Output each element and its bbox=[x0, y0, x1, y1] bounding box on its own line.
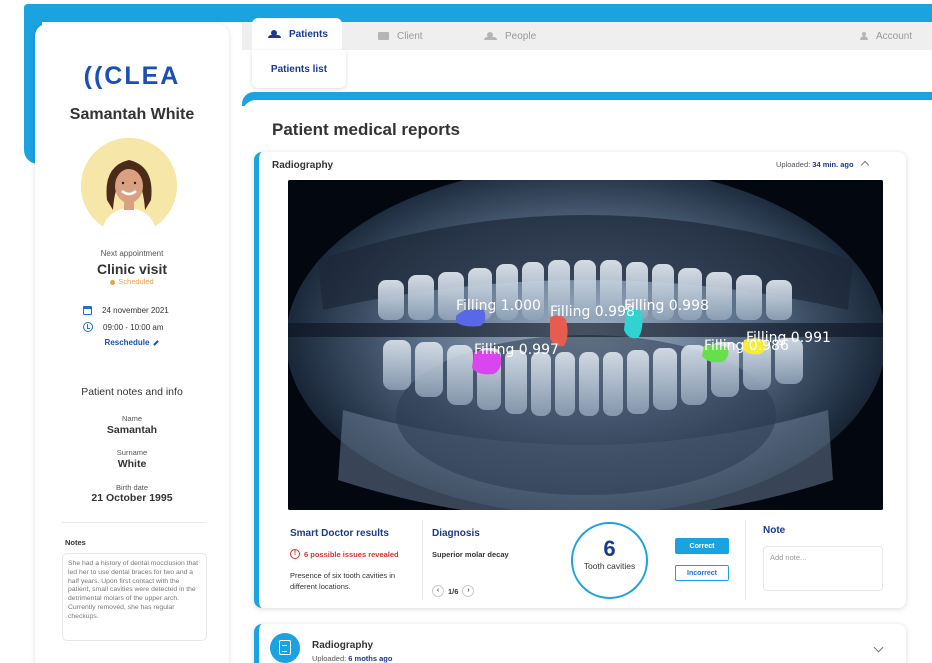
chevron-right-icon[interactable]: › bbox=[462, 585, 475, 597]
next-appointment-label: Next appointment bbox=[100, 249, 164, 258]
chevron-up-icon[interactable] bbox=[860, 160, 869, 170]
section-divider bbox=[422, 520, 423, 600]
tab-patients[interactable]: Patients bbox=[252, 18, 342, 50]
account-menu[interactable]: Account bbox=[860, 22, 912, 50]
diagnosis-title: Diagnosis bbox=[432, 528, 480, 539]
detection-label: Filling 0.991 bbox=[746, 330, 831, 346]
appointment-date-row: 24 november 2021 bbox=[83, 306, 169, 315]
chevron-left-icon[interactable]: ‹ bbox=[432, 585, 444, 597]
status-dot-icon bbox=[110, 279, 116, 285]
uploaded-time: 34 min. ago bbox=[812, 160, 854, 169]
tab-patients-list[interactable]: Patients list bbox=[252, 50, 346, 88]
cavity-count: 6 bbox=[603, 536, 616, 561]
detection-label: Filling 0.998 bbox=[550, 304, 635, 320]
document-icon bbox=[279, 640, 291, 655]
clea-logo: ((CLEA bbox=[83, 62, 181, 90]
diagnosis-text: Superior molar decay bbox=[432, 550, 509, 559]
incorrect-button[interactable]: Incorrect bbox=[675, 565, 729, 581]
card-title: Radiography bbox=[272, 160, 334, 171]
correct-button[interactable]: Correct bbox=[675, 538, 729, 554]
calendar-icon bbox=[83, 306, 92, 315]
briefcase-icon bbox=[378, 32, 389, 40]
tab-people[interactable]: People bbox=[484, 22, 536, 50]
birth-date-label: Birth date bbox=[115, 483, 149, 492]
name-value: Samantah bbox=[106, 424, 158, 436]
pager-text: 1/6 bbox=[448, 586, 459, 596]
card2-uploaded-prefix: Uploaded: bbox=[312, 654, 347, 663]
issues-alert: ! 6 possible issues revealed bbox=[290, 549, 399, 559]
account-label[interactable]: Account bbox=[876, 31, 912, 42]
tab-people-label[interactable]: People bbox=[505, 31, 536, 42]
avatar bbox=[81, 138, 177, 234]
notes-label: Notes bbox=[65, 538, 86, 547]
clock-icon bbox=[83, 322, 93, 332]
card2-upload-info: Uploaded: 6 moths ago bbox=[312, 654, 392, 663]
status-text: Scheduled bbox=[118, 277, 154, 286]
birth-date-value: 21 October 1995 bbox=[91, 492, 173, 504]
people-icon bbox=[484, 32, 497, 40]
appointment-type: Clinic visit bbox=[96, 261, 168, 277]
card2-uploaded-time: 6 moths ago bbox=[348, 654, 393, 663]
patient-notes-title: Patient notes and info bbox=[81, 386, 183, 398]
tab-client-label[interactable]: Client bbox=[397, 31, 423, 42]
patient-sidebar: ((CLEA Samantah White Next appointment C… bbox=[35, 24, 229, 663]
patient-name: Samantah White bbox=[69, 106, 195, 123]
pencil-icon[interactable] bbox=[153, 340, 160, 346]
status-badge: Scheduled bbox=[35, 277, 229, 286]
detection-label: Filling 0.997 bbox=[474, 342, 559, 358]
section-divider bbox=[745, 520, 746, 600]
diagnosis-pager: ‹ 1/6 › bbox=[432, 585, 475, 597]
reschedule-link[interactable]: Reschedule bbox=[35, 338, 229, 347]
people-icon bbox=[268, 30, 281, 38]
xray-image: Filling 1.000 Filling 0.998 Filling 0.99… bbox=[288, 180, 883, 510]
card2-title: Radiography bbox=[312, 640, 374, 651]
tab-client[interactable]: Client bbox=[378, 22, 423, 50]
top-tab-bar bbox=[242, 22, 932, 50]
appointment-date: 24 november 2021 bbox=[102, 306, 169, 315]
cavity-count-label: Tooth cavities bbox=[583, 561, 636, 571]
notes-text: She had a history of dental mocclusion t… bbox=[62, 553, 207, 641]
note-title: Note bbox=[763, 525, 786, 536]
detection-label: Filling 0.998 bbox=[624, 298, 709, 314]
document-icon-badge bbox=[270, 633, 300, 663]
appointment-time-row: 09:00 - 10:00 am bbox=[83, 322, 163, 332]
sidebar-divider bbox=[62, 522, 206, 523]
note-input[interactable] bbox=[763, 546, 883, 591]
smart-doctor-title: Smart Doctor results bbox=[290, 528, 389, 539]
upload-info[interactable]: Uploaded: 34 min. ago bbox=[776, 160, 869, 170]
surname-label: Surname bbox=[116, 448, 148, 457]
surname-value: White bbox=[117, 458, 147, 470]
tab-patients-label[interactable]: Patients bbox=[289, 29, 328, 40]
appointment-time: 09:00 - 10:00 am bbox=[103, 322, 164, 332]
issues-text: 6 possible issues revealed bbox=[304, 549, 399, 559]
name-label: Name bbox=[121, 414, 142, 423]
reschedule-label[interactable]: Reschedule bbox=[105, 338, 150, 347]
uploaded-prefix: Uploaded: bbox=[776, 160, 811, 169]
presence-text: Presence of six tooth cavities in differ… bbox=[290, 571, 396, 591]
detection-label: Filling 1.000 bbox=[456, 298, 541, 314]
cavity-count-circle: 6 Tooth cavities bbox=[571, 522, 648, 599]
alert-icon: ! bbox=[290, 549, 300, 559]
user-icon bbox=[860, 32, 868, 40]
top-accent-bar bbox=[24, 4, 932, 22]
page-title: Patient medical reports bbox=[272, 120, 461, 139]
